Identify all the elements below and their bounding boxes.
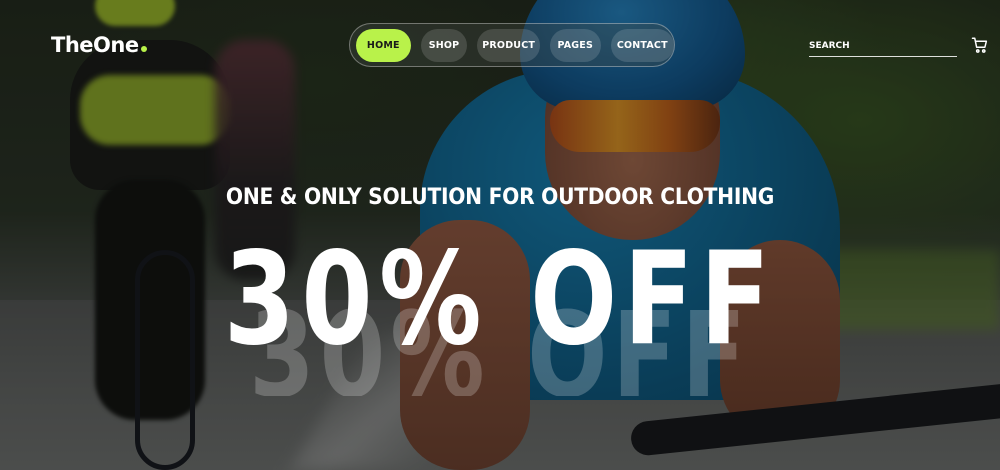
nav-shop[interactable]: SHOP bbox=[420, 28, 468, 62]
search-input[interactable] bbox=[809, 36, 957, 56]
search-box bbox=[809, 35, 957, 57]
hero-tagline: ONE & ONLY SOLUTION FOR OUTDOOR CLOTHING bbox=[225, 185, 775, 210]
nav-pages[interactable]: PAGES bbox=[549, 28, 601, 62]
logo-text: TheOne bbox=[51, 33, 139, 57]
logo-dot bbox=[140, 46, 147, 52]
nav-product[interactable]: PRODUCT bbox=[477, 28, 540, 62]
site-logo[interactable]: TheOne bbox=[51, 33, 147, 57]
nav-home[interactable]: HOME bbox=[356, 28, 411, 62]
shopping-cart-icon[interactable] bbox=[971, 36, 989, 54]
hero-headline: 30% OFF bbox=[223, 225, 777, 374]
main-navigation: HOME SHOP PRODUCT PAGES CONTACT bbox=[349, 23, 675, 67]
nav-contact[interactable]: CONTACT bbox=[610, 28, 674, 62]
